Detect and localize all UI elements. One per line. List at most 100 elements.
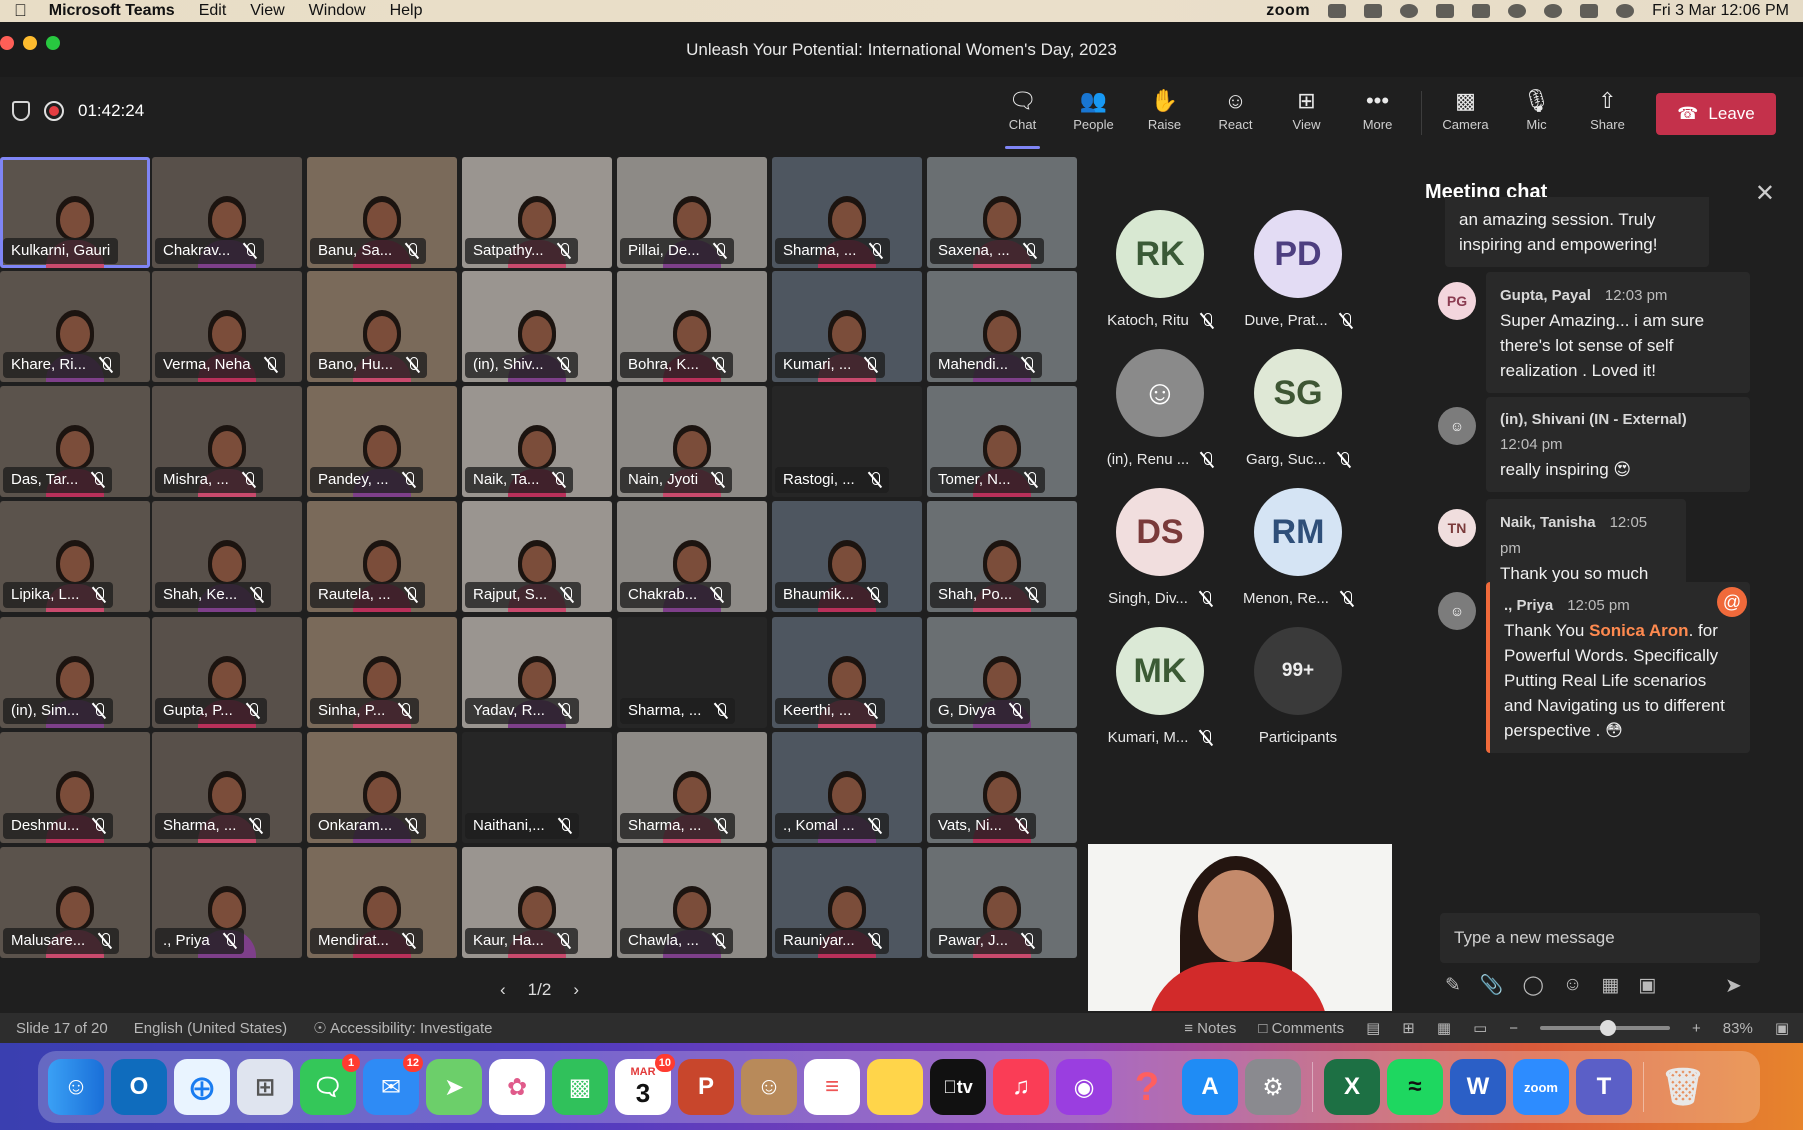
leave-button[interactable]: ☎ Leave <box>1656 93 1776 135</box>
photos-icon[interactable]: ✿ <box>489 1059 545 1115</box>
close-window-button[interactable] <box>0 36 14 50</box>
video-tile[interactable]: Bano, Hu... <box>307 271 457 382</box>
outlook-icon[interactable]: O <box>111 1059 167 1115</box>
security-shield-icon[interactable] <box>12 101 30 121</box>
audio-participant[interactable]: RM Menon, Re... <box>1228 488 1368 607</box>
video-tile[interactable]: Bohra, K... <box>617 271 767 382</box>
siri-icon[interactable] <box>1616 4 1635 18</box>
video-tile[interactable]: ., Priya <box>152 847 302 958</box>
video-tile[interactable]: Rauniyar... <box>772 847 922 958</box>
zoom-app-icon[interactable]: zoom <box>1513 1059 1569 1115</box>
language-indicator[interactable]: English (United States) <box>134 1020 287 1037</box>
video-tile[interactable]: Saxena, ... <box>927 157 1077 268</box>
video-tile[interactable]: Verma, Neha <box>152 271 302 382</box>
video-tile[interactable]: Naithani,... <box>462 732 612 843</box>
sticker-icon[interactable]: ▣ <box>1638 974 1656 997</box>
finder-icon[interactable]: ☺ <box>48 1059 104 1115</box>
self-view-video[interactable] <box>1088 844 1392 1011</box>
audio-participant[interactable]: RK Katoch, Ritu <box>1090 210 1230 329</box>
powerpoint-icon[interactable]: P <box>678 1059 734 1115</box>
chat-button[interactable]: 🗨 Chat <box>987 85 1058 149</box>
video-tile[interactable]: Satpathy... <box>462 157 612 268</box>
people-button[interactable]: 👥 People <box>1058 85 1129 145</box>
person-avatar-icon[interactable]: ☺ <box>1438 407 1476 445</box>
view-button[interactable]: ⊞ View <box>1271 85 1342 145</box>
video-tile[interactable]: Nain, Jyoti <box>617 386 767 497</box>
reminders-icon[interactable]: ≡ <box>804 1059 860 1115</box>
react-button[interactable]: ☺ React <box>1200 85 1271 145</box>
maps-icon[interactable]: ➤ <box>426 1059 482 1115</box>
menu-help[interactable]: Help <box>390 2 423 20</box>
loop-icon[interactable]: ◯ <box>1523 974 1544 997</box>
menu-window[interactable]: Window <box>309 2 366 20</box>
video-tile[interactable]: Rastogi, ... <box>772 386 922 497</box>
video-tile[interactable]: Kaur, Ha... <box>462 847 612 958</box>
audio-participant[interactable]: DS Singh, Div... <box>1090 488 1230 607</box>
reading-view-icon[interactable]: ▦ <box>1437 1019 1451 1037</box>
shield-app-icon[interactable] <box>1364 4 1383 18</box>
trash-icon[interactable]: 🗑 <box>1655 1059 1711 1115</box>
play-icon[interactable] <box>1400 4 1419 18</box>
video-tile[interactable]: Chakrav... <box>152 157 302 268</box>
music-icon[interactable]: ♫ <box>993 1059 1049 1115</box>
contacts-icon[interactable]: ☺ <box>741 1059 797 1115</box>
menu-edit[interactable]: Edit <box>199 2 227 20</box>
chat-author[interactable]: (in), Shivani (IN - External) <box>1500 407 1736 432</box>
video-tile[interactable]: ., Komal ... <box>772 732 922 843</box>
apple-tv-icon[interactable]: tv <box>930 1059 986 1115</box>
safari-icon[interactable]: ⨁ <box>174 1059 230 1115</box>
video-tile[interactable]: Tomer, N... <box>927 386 1077 497</box>
video-tile[interactable]: (in), Sim... <box>0 617 150 728</box>
zoom-status-item[interactable]: zoom <box>1266 2 1310 20</box>
video-tile[interactable]: Naik, Ta... <box>462 386 612 497</box>
video-tile[interactable]: Rajput, S... <box>462 501 612 612</box>
participants-overflow-button[interactable]: 99+ Participants <box>1228 627 1368 746</box>
facetime-icon[interactable]: ▩ <box>552 1059 608 1115</box>
menu-view[interactable]: View <box>250 2 284 20</box>
slide-sorter-icon[interactable]: ⊞ <box>1402 1019 1415 1037</box>
send-icon[interactable]: ➤ <box>1725 973 1742 998</box>
launchpad-icon[interactable]: ⊞ <box>237 1059 293 1115</box>
video-tile[interactable]: Malusare... <box>0 847 150 958</box>
avatar[interactable]: PG <box>1438 282 1476 320</box>
video-tile[interactable]: Sharma, ... <box>617 732 767 843</box>
person-avatar-icon[interactable]: ☺ <box>1438 592 1476 630</box>
normal-view-icon[interactable]: ▤ <box>1366 1019 1380 1037</box>
control-center-icon[interactable] <box>1580 4 1599 18</box>
video-tile[interactable]: Pandey, ... <box>307 386 457 497</box>
video-tile[interactable]: Pillai, De... <box>617 157 767 268</box>
more-button[interactable]: ••• More <box>1342 85 1413 145</box>
notes-app-icon[interactable] <box>867 1059 923 1115</box>
audio-participant[interactable]: SG Garg, Suc... <box>1228 349 1368 468</box>
volume-icon[interactable] <box>1436 4 1455 18</box>
help-icon[interactable]: ? <box>1119 1059 1175 1115</box>
video-tile[interactable]: Vats, Ni... <box>927 732 1077 843</box>
minimize-window-button[interactable] <box>23 36 37 50</box>
apple-icon[interactable]:  <box>14 1 27 21</box>
chat-author[interactable]: Gupta, Payal <box>1500 287 1591 304</box>
spotlight-search-icon[interactable] <box>1544 4 1563 18</box>
video-tile[interactable]: Yadav, R... <box>462 617 612 728</box>
video-tile[interactable]: Chakrab... <box>617 501 767 612</box>
video-tile[interactable]: Das, Tar... <box>0 386 150 497</box>
video-tile[interactable]: Keerthi, ... <box>772 617 922 728</box>
video-tile[interactable]: (in), Shiv... <box>462 271 612 382</box>
video-tile[interactable]: Shah, Ke... <box>152 501 302 612</box>
menubar-clock[interactable]: Fri 3 Mar 12:06 PM <box>1652 2 1789 20</box>
word-icon[interactable]: W <box>1450 1059 1506 1115</box>
video-tile[interactable]: Onkaram... <box>307 732 457 843</box>
accessibility-indicator[interactable]: ☉ Accessibility: Investigate <box>313 1019 492 1037</box>
avatar[interactable]: TN <box>1438 509 1476 547</box>
video-tile[interactable]: Gupta, P... <box>152 617 302 728</box>
mail-icon[interactable]: ✉ 12 <box>363 1054 423 1115</box>
chat-author[interactable]: Naik, Tanisha <box>1500 514 1596 531</box>
video-tile[interactable]: Rautela, ... <box>307 501 457 612</box>
camera-button[interactable]: ▩ Camera <box>1430 85 1501 145</box>
video-tile[interactable]: Deshmu... <box>0 732 150 843</box>
video-tile[interactable]: Kulkarni, Gauri <box>0 157 150 268</box>
video-tile[interactable]: Kumari, ... <box>772 271 922 382</box>
zoom-out-icon[interactable]: − <box>1509 1020 1518 1037</box>
video-tile[interactable]: Shah, Po... <box>927 501 1077 612</box>
video-tile[interactable]: Mahendi... <box>927 271 1077 382</box>
video-tile[interactable]: G, Divya <box>927 617 1077 728</box>
